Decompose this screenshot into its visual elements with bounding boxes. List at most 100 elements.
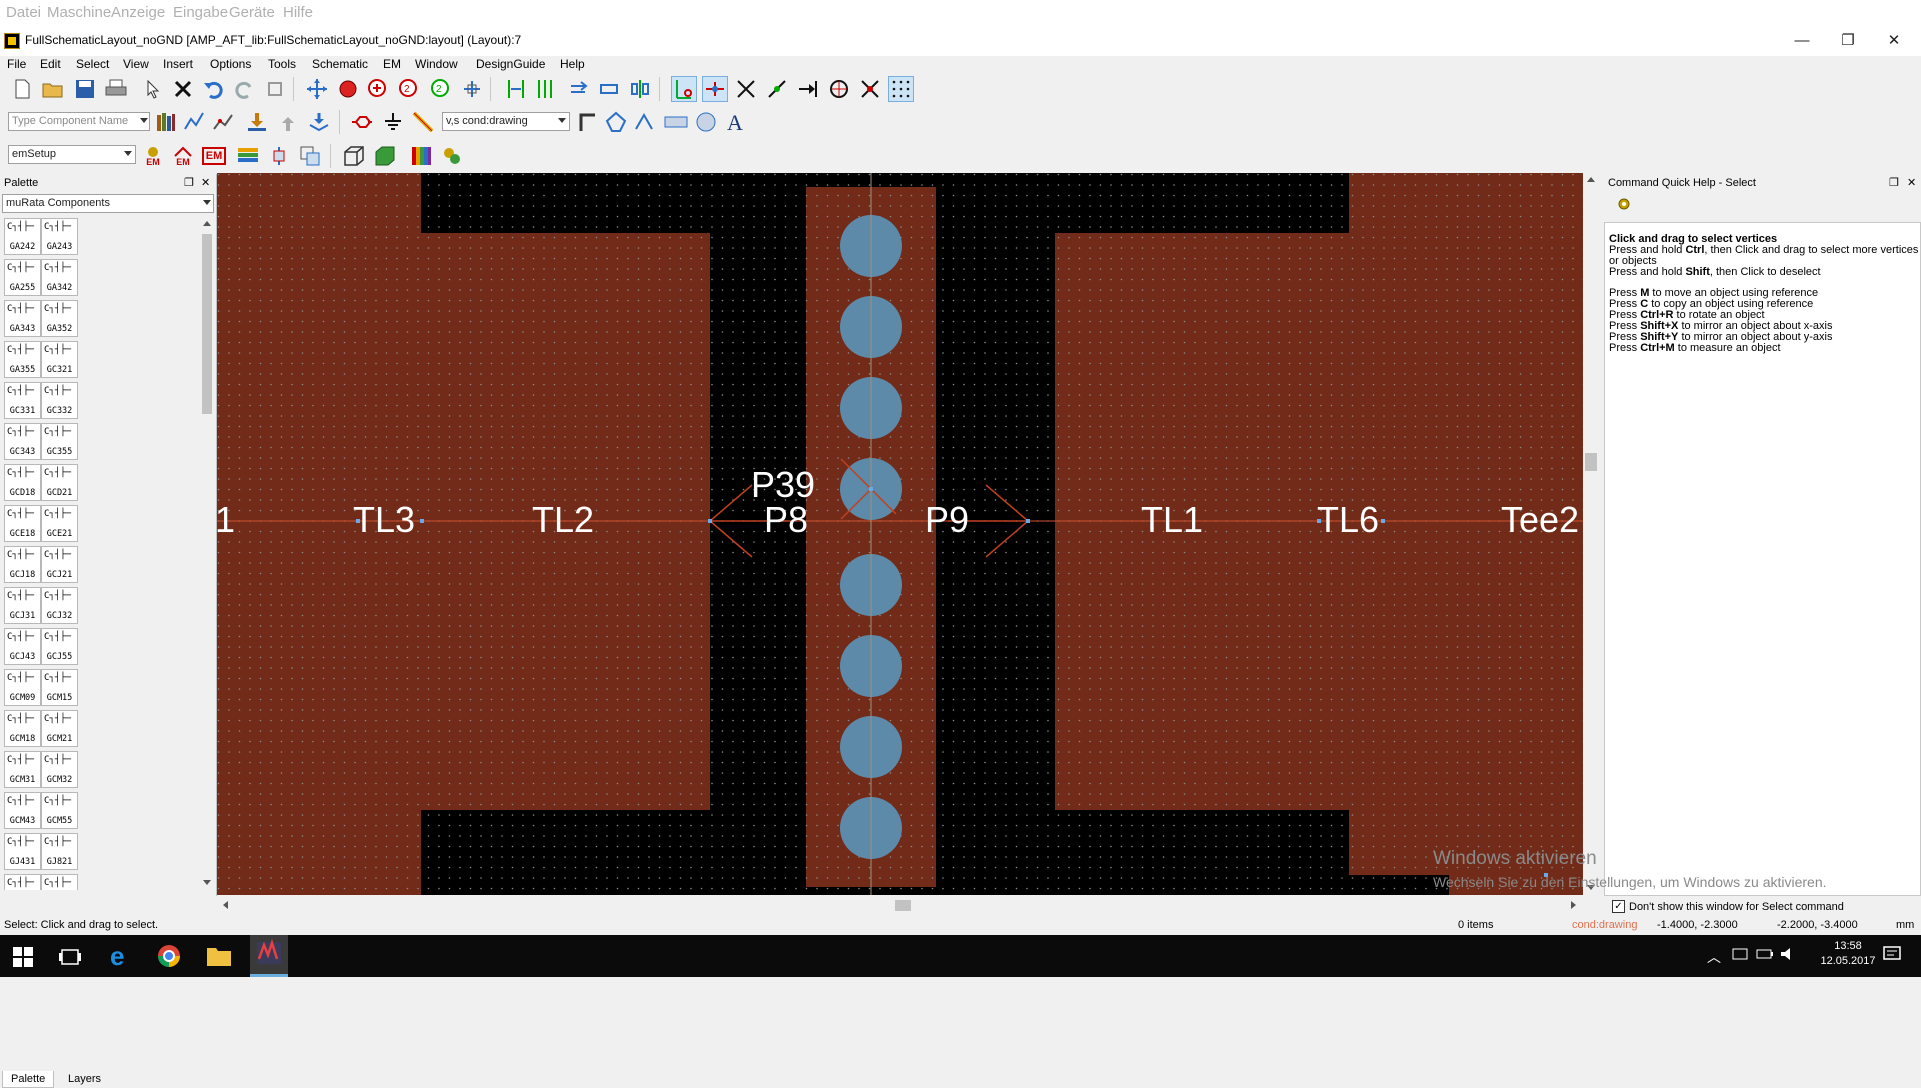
substrate-icon[interactable] xyxy=(235,143,261,169)
pin-marker[interactable] xyxy=(1381,519,1385,523)
scroll-down-icon[interactable] xyxy=(203,880,211,885)
zoom-in-icon[interactable] xyxy=(365,76,391,102)
vm-menu-file[interactable]: Datei xyxy=(6,4,41,21)
menu-em[interactable]: EM xyxy=(383,57,401,71)
layout-canvas[interactable]: 1 TL3 TL2 P39 P8 P9 TL1 TL6 Tee2 xyxy=(217,173,1583,895)
canvas-hscroll-thumb[interactable] xyxy=(895,900,911,911)
palette-component-gcj55[interactable]: C┐┤├─ GCJ55 xyxy=(41,628,78,665)
trace-icon[interactable] xyxy=(181,109,207,135)
menu-insert[interactable]: Insert xyxy=(163,57,193,71)
palette-scrollbar[interactable] xyxy=(200,218,214,890)
snap-edge-icon[interactable] xyxy=(733,76,759,102)
windows-start-icon[interactable] xyxy=(12,943,40,969)
palette-component-gcd21[interactable]: C┐┤├─ GCD21 xyxy=(41,464,78,501)
em-setup-dropdown-arrow[interactable] xyxy=(124,151,132,156)
text-icon[interactable]: A xyxy=(723,109,749,135)
palette-component-gcm32[interactable]: C┐┤├─ GCM32 xyxy=(41,751,78,788)
select-pointer-icon[interactable] xyxy=(140,76,166,102)
palette-component-ga355[interactable]: C┐┤├─ GA355 xyxy=(4,341,41,378)
snap-grid-icon[interactable] xyxy=(888,76,914,102)
palette-component-gc321[interactable]: C┐┤├─ GC321 xyxy=(41,341,78,378)
canvas-vscroll-thumb[interactable] xyxy=(1585,453,1597,471)
print-icon[interactable] xyxy=(103,76,129,102)
open-folder-icon[interactable] xyxy=(40,76,66,102)
menu-window[interactable]: Window xyxy=(415,57,458,71)
line-draw-icon[interactable] xyxy=(410,109,436,135)
help-float-icon[interactable]: ❐ xyxy=(1889,176,1899,189)
align-left-icon[interactable] xyxy=(503,76,529,102)
new-file-icon[interactable] xyxy=(9,76,35,102)
download-icon[interactable] xyxy=(244,109,270,135)
component-label-tl1[interactable]: TL1 xyxy=(1141,502,1203,538)
menu-edit[interactable]: Edit xyxy=(40,57,61,71)
port-label-p39[interactable]: P39 xyxy=(751,467,815,503)
minimize-button[interactable]: — xyxy=(1779,30,1825,52)
rotate-icon[interactable] xyxy=(565,76,591,102)
menu-tools[interactable]: Tools xyxy=(268,57,296,71)
delete-icon[interactable] xyxy=(170,76,196,102)
dont-show-checkbox[interactable]: ✓ Don't show this window for Select comm… xyxy=(1612,900,1844,913)
color-map-icon[interactable] xyxy=(408,143,434,169)
menu-file[interactable]: File xyxy=(7,57,26,71)
undo-icon[interactable] xyxy=(200,76,226,102)
palette-component-gcm43[interactable]: C┐┤├─ GCM43 xyxy=(4,792,41,829)
em-options-icon[interactable] xyxy=(297,143,323,169)
palette-component-gc332[interactable]: C┐┤├─ GC332 xyxy=(41,382,78,419)
pin-marker[interactable] xyxy=(420,519,424,523)
vm-menu-devices[interactable]: Geräte xyxy=(229,4,275,21)
palette-component-gjm[interactable]: C┐┤├─GJM xyxy=(4,874,41,890)
snap-center-icon[interactable] xyxy=(826,76,852,102)
snap-vertex-icon[interactable] xyxy=(702,76,728,102)
layers-stack-icon[interactable] xyxy=(306,109,332,135)
pin-marker[interactable] xyxy=(708,519,712,523)
em-setup-select[interactable]: emSetup xyxy=(8,145,136,164)
canvas-vertical-scrollbar[interactable] xyxy=(1583,173,1599,895)
palette-component-ga242[interactable]: C┐┤├─ GA242 xyxy=(4,218,41,255)
scroll-up-icon[interactable] xyxy=(1587,177,1595,182)
flip-icon[interactable] xyxy=(596,76,622,102)
help-settings-icon[interactable] xyxy=(1616,196,1632,212)
layer-select[interactable]: v,s cond:drawing xyxy=(442,112,570,131)
palette-component-gcm18[interactable]: C┐┤├─ GCM18 xyxy=(4,710,41,747)
notifications-icon[interactable] xyxy=(1883,946,1901,962)
zoom-fit-icon[interactable] xyxy=(459,76,485,102)
palette-component-gce21[interactable]: C┐┤├─ GCE21 xyxy=(41,505,78,542)
battery-icon[interactable] xyxy=(1756,947,1774,961)
component-label-tl3[interactable]: TL3 xyxy=(353,502,415,538)
chrome-icon[interactable] xyxy=(156,943,184,969)
em-simulate-icon[interactable]: EM xyxy=(170,143,196,169)
maximize-button[interactable]: ❐ xyxy=(1825,30,1871,52)
palette-component-ga343[interactable]: C┐┤├─ GA343 xyxy=(4,300,41,337)
palette-float-icon[interactable]: ❐ xyxy=(184,176,194,189)
palette-component-gj431[interactable]: C┐┤├─ GJ431 xyxy=(4,833,41,870)
component-library-icon[interactable] xyxy=(153,109,179,135)
layer-dropdown-arrow[interactable] xyxy=(558,118,566,123)
component-label-tee2[interactable]: Tee2 xyxy=(1501,502,1579,538)
palette-component-gj821[interactable]: C┐┤├─ GJ821 xyxy=(41,833,78,870)
menu-designguide[interactable]: DesignGuide xyxy=(476,57,545,71)
snap-arrow-icon[interactable] xyxy=(795,76,821,102)
vm-menu-input[interactable]: Eingabe xyxy=(173,4,228,21)
ground-icon[interactable] xyxy=(380,109,406,135)
component-name-input[interactable]: Type Component Name xyxy=(8,112,150,131)
component-label-tl2[interactable]: TL2 xyxy=(532,502,594,538)
menu-view[interactable]: View xyxy=(123,57,149,71)
3d-view-icon[interactable] xyxy=(341,143,367,169)
upload-icon[interactable] xyxy=(275,109,301,135)
checkbox-box[interactable]: ✓ xyxy=(1612,900,1625,913)
scroll-up-icon[interactable] xyxy=(203,221,211,226)
polyline-icon[interactable] xyxy=(632,109,658,135)
snap-intersect-icon[interactable] xyxy=(857,76,883,102)
snap-mode-icon[interactable] xyxy=(671,76,697,102)
align-right-icon[interactable] xyxy=(534,76,560,102)
palette-component-gcj21[interactable]: C┐┤├─ GCJ21 xyxy=(41,546,78,583)
palette-close-icon[interactable]: ✕ xyxy=(201,176,210,189)
palette-component-gcj31[interactable]: C┐┤├─ GCJ31 xyxy=(4,587,41,624)
close-button[interactable]: ✕ xyxy=(1871,30,1917,52)
scroll-right-icon[interactable] xyxy=(1571,901,1576,909)
route-icon[interactable] xyxy=(210,109,236,135)
component-label[interactable]: 1 xyxy=(217,502,235,538)
menu-select[interactable]: Select xyxy=(76,57,109,71)
help-close-icon[interactable]: ✕ xyxy=(1907,176,1916,189)
edge-browser-icon[interactable]: e xyxy=(108,941,136,971)
